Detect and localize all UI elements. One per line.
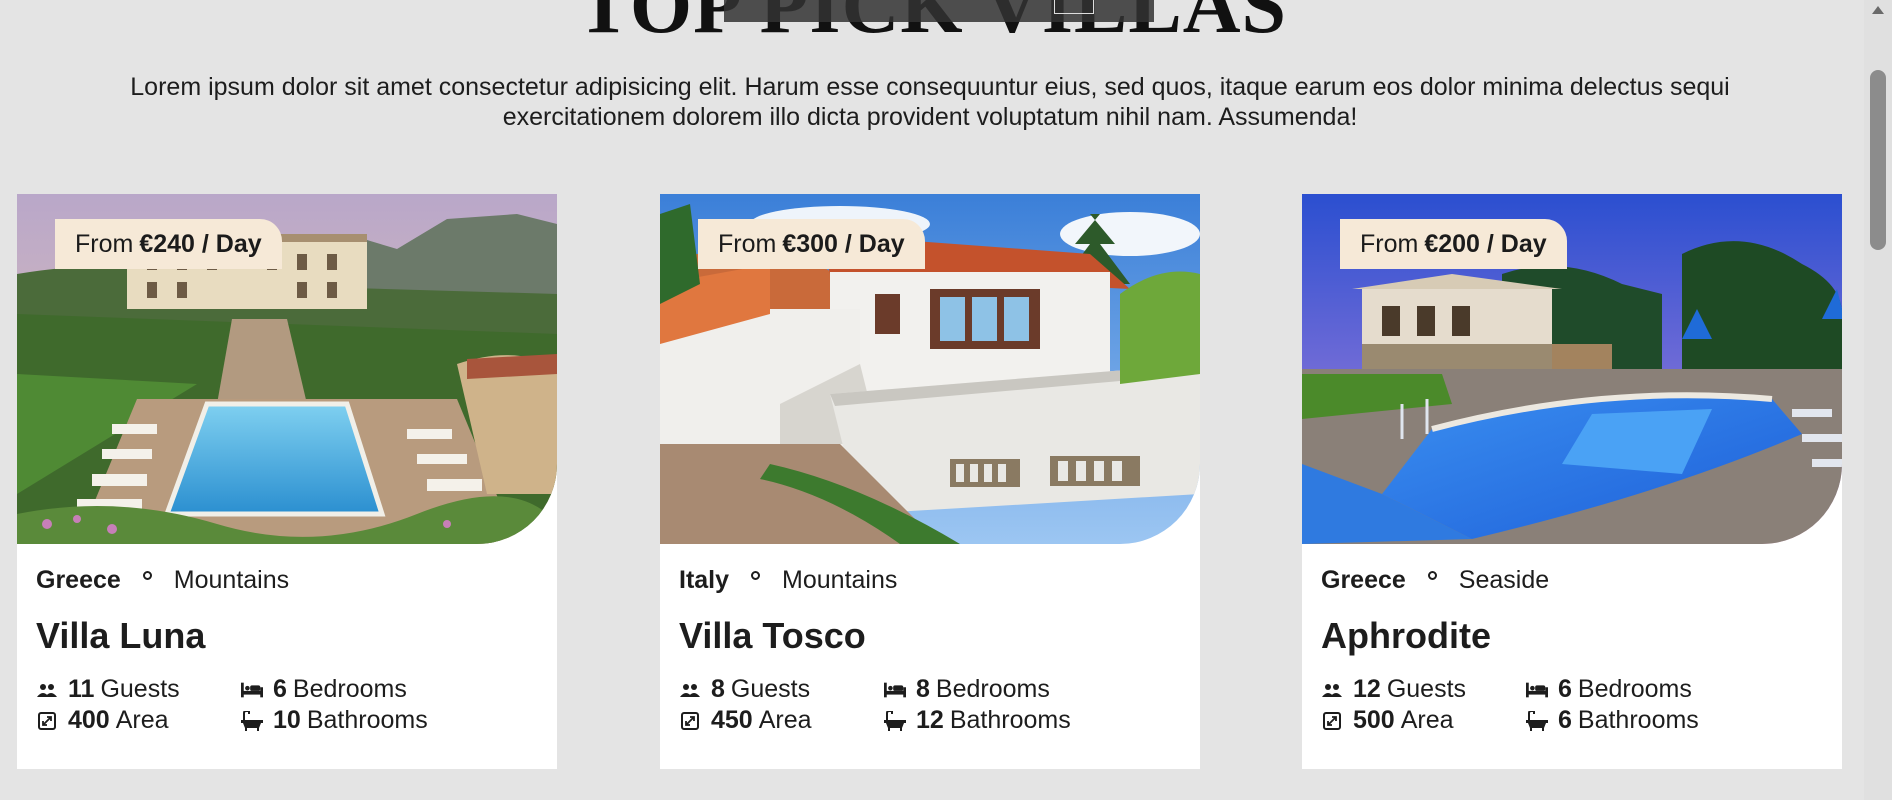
villa-photo[interactable]: From €240 / Day: [17, 194, 557, 544]
villa-name[interactable]: Villa Luna: [36, 614, 539, 658]
vertical-scrollbar[interactable]: [1864, 0, 1892, 800]
bathrooms-value: 10: [273, 706, 301, 734]
spec-bedrooms: 8 Bedrooms: [884, 674, 1124, 705]
bathrooms-label: Bathrooms: [949, 706, 1071, 734]
price-prefix: From: [718, 229, 777, 258]
users-icon: [36, 680, 58, 700]
villa-name[interactable]: Aphrodite: [1321, 614, 1824, 658]
country-label: Italy: [679, 565, 730, 594]
page: TOP PICK VILLAS Lorem ipsum dolor sit am…: [0, 0, 1892, 800]
area-icon: [1321, 711, 1343, 731]
bathrooms-value: 6: [1558, 706, 1572, 734]
separator-dot-icon: [1427, 570, 1437, 580]
villa-photo[interactable]: From €300 / Day: [660, 194, 1200, 544]
location-row: Greece Mountains: [36, 562, 539, 598]
villa-card[interactable]: From €300 / Day Italy Mountains Villa To…: [660, 194, 1200, 769]
country-label: Greece: [36, 565, 121, 594]
bed-icon: [1526, 680, 1548, 700]
intro-text: Lorem ipsum dolor sit amet consectetur a…: [130, 73, 1730, 131]
area-icon: [36, 711, 58, 731]
bedrooms-value: 6: [1558, 675, 1572, 703]
spec-area: 500 Area: [1321, 705, 1526, 736]
specs-grid: 12 Guests 6 Bedrooms 500 Area 6 Bathroom…: [1321, 674, 1824, 736]
price-badge: From €200 / Day: [1340, 219, 1567, 269]
price-prefix: From: [75, 229, 134, 258]
bathrooms-value: 12: [916, 706, 944, 734]
price-amount: €240 / Day: [139, 229, 262, 258]
guests-label: Guests: [100, 675, 180, 703]
spec-bedrooms: 6 Bedrooms: [241, 674, 481, 705]
spec-guests: 8 Guests: [679, 674, 884, 705]
villa-type-label: Mountains: [173, 565, 290, 594]
price-prefix: From: [1360, 229, 1419, 258]
area-label: Area: [758, 706, 812, 734]
specs-grid: 11 Guests 6 Bedrooms 400 Area 10 Bathroo…: [36, 674, 539, 736]
price-amount: €200 / Day: [1424, 229, 1547, 258]
area-icon: [679, 711, 701, 731]
area-value: 400: [68, 706, 110, 734]
guests-value: 11: [68, 675, 95, 703]
bathrooms-label: Bathrooms: [306, 706, 428, 734]
price-badge: From €240 / Day: [55, 219, 282, 269]
price-badge: From €300 / Day: [698, 219, 925, 269]
bathrooms-label: Bathrooms: [1577, 706, 1699, 734]
spec-bedrooms: 6 Bedrooms: [1526, 674, 1766, 705]
guests-label: Guests: [1386, 675, 1467, 703]
spec-bathrooms: 12 Bathrooms: [884, 705, 1124, 736]
bathtub-icon: [884, 710, 906, 731]
area-value: 500: [1353, 706, 1395, 734]
spec-guests: 11 Guests: [36, 674, 241, 705]
country-label: Greece: [1321, 565, 1406, 594]
spec-area: 400 Area: [36, 705, 241, 736]
users-icon: [1321, 680, 1343, 700]
scroll-up-arrow-icon[interactable]: [1872, 6, 1884, 14]
villa-name[interactable]: Villa Tosco: [679, 614, 1182, 658]
bed-icon: [241, 680, 263, 700]
bed-icon: [884, 680, 906, 700]
villa-photo[interactable]: From €200 / Day: [1302, 194, 1842, 544]
bedrooms-label: Bedrooms: [292, 675, 407, 703]
villa-type-label: Mountains: [782, 565, 898, 594]
location-row: Italy Mountains: [679, 562, 1182, 598]
villa-card[interactable]: From €200 / Day Greece Seaside Aphrodite…: [1302, 194, 1842, 769]
location-row: Greece Seaside: [1321, 562, 1824, 598]
specs-grid: 8 Guests 8 Bedrooms 450 Area 12 Bathroom…: [679, 674, 1182, 736]
card-body: Italy Mountains Villa Tosco 8 Guests 8 B…: [660, 544, 1200, 736]
separator-dot-icon: [142, 570, 152, 580]
bedrooms-label: Bedrooms: [935, 675, 1050, 703]
guests-value: 12: [1353, 675, 1381, 703]
villa-card[interactable]: From €240 / Day Greece Mountains Villa L…: [17, 194, 557, 769]
card-body: Greece Mountains Villa Luna 11 Guests 6 …: [17, 544, 557, 736]
area-value: 450: [711, 706, 753, 734]
area-label: Area: [1400, 706, 1454, 734]
spec-area: 450 Area: [679, 705, 884, 736]
spec-bathrooms: 6 Bathrooms: [1526, 705, 1766, 736]
spec-guests: 12 Guests: [1321, 674, 1526, 705]
price-amount: €300 / Day: [782, 229, 905, 258]
separator-dot-icon: [751, 570, 761, 580]
spec-bathrooms: 10 Bathrooms: [241, 705, 481, 736]
bathtub-icon: [1526, 710, 1548, 731]
card-body: Greece Seaside Aphrodite 12 Guests 6 Bed…: [1302, 544, 1842, 736]
bedrooms-label: Bedrooms: [1577, 675, 1692, 703]
villa-type-label: Seaside: [1458, 565, 1550, 594]
bedrooms-value: 6: [273, 675, 287, 703]
overlay-tab-handle[interactable]: [1054, 0, 1094, 14]
bathtub-icon: [241, 710, 263, 731]
area-label: Area: [115, 706, 169, 734]
scrollbar-thumb[interactable]: [1870, 70, 1886, 250]
users-icon: [679, 680, 701, 700]
bedrooms-value: 8: [916, 675, 930, 703]
guests-value: 8: [711, 675, 725, 703]
guests-label: Guests: [730, 675, 811, 703]
